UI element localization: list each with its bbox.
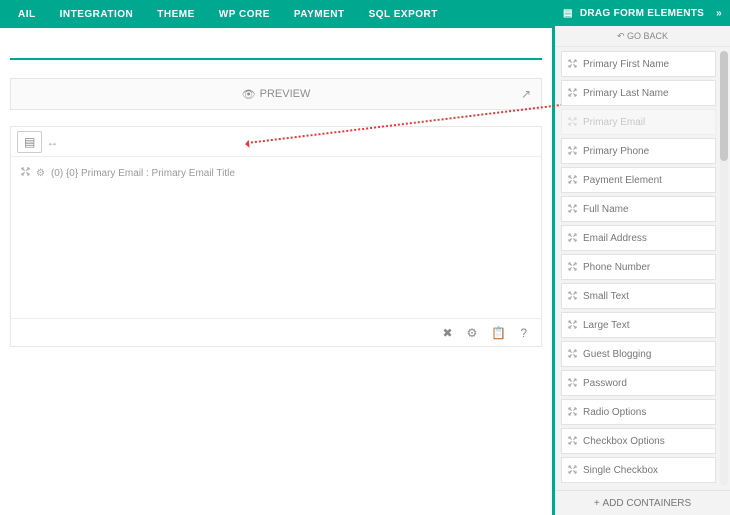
element-name: Email Address bbox=[583, 233, 647, 244]
expand-arrows-icon bbox=[568, 349, 577, 360]
expand-arrows-icon bbox=[568, 117, 577, 128]
sidebar-title: DRAG FORM ELEMENTS bbox=[580, 8, 704, 19]
dropped-element[interactable]: ⚙ (0) {0} Primary Email : Primary Email … bbox=[11, 157, 541, 190]
expand-arrows-icon bbox=[568, 204, 577, 215]
nav-tab[interactable]: WP CORE bbox=[207, 0, 282, 28]
form-element-item[interactable]: Payment Element bbox=[561, 167, 716, 193]
element-name: Payment Element bbox=[583, 175, 662, 186]
expand-arrows-icon bbox=[568, 407, 577, 418]
collapse-icon[interactable]: » bbox=[716, 8, 722, 19]
form-element-item[interactable]: Primary Email bbox=[561, 109, 716, 135]
form-element-item[interactable]: Small Text bbox=[561, 283, 716, 309]
expand-arrows-icon bbox=[568, 262, 577, 273]
form-element-item[interactable]: Full Name bbox=[561, 196, 716, 222]
preview-bar[interactable]: 👁 PREVIEW ↗ bbox=[10, 78, 542, 110]
element-name: Primary First Name bbox=[583, 59, 669, 70]
expand-arrows-icon bbox=[568, 88, 577, 99]
help-icon[interactable]: ? bbox=[520, 326, 527, 340]
form-element-item[interactable]: Primary Last Name bbox=[561, 80, 716, 106]
form-element-item[interactable]: Guest Blogging bbox=[561, 341, 716, 367]
elements-panel: Primary First Name Primary Last Name Prima… bbox=[555, 47, 730, 490]
top-nav: AIL INTEGRATION THEME WP CORE PAYMENT SQ… bbox=[0, 0, 552, 28]
section-divider bbox=[10, 58, 542, 60]
go-back-button[interactable]: ↶ GO BACK bbox=[555, 26, 730, 47]
expand-arrows-icon bbox=[21, 167, 30, 179]
nav-tab[interactable]: AIL bbox=[6, 0, 48, 28]
nav-tab[interactable]: PAYMENT bbox=[282, 0, 357, 28]
settings-icon[interactable]: ⚙ bbox=[467, 326, 478, 340]
element-name: Large Text bbox=[583, 320, 630, 331]
gear-icon[interactable]: ⚙ bbox=[36, 168, 45, 179]
element-name: Phone Number bbox=[583, 262, 650, 273]
element-name: Password bbox=[583, 378, 627, 389]
element-name: Primary Phone bbox=[583, 146, 649, 157]
delete-icon[interactable]: ✖ bbox=[443, 326, 453, 340]
add-containers-button[interactable]: + ADD CONTAINERS bbox=[555, 490, 730, 515]
expand-arrows-icon bbox=[568, 175, 577, 186]
app-root: AIL INTEGRATION THEME WP CORE PAYMENT SQ… bbox=[0, 0, 730, 515]
expand-arrows-icon bbox=[568, 320, 577, 331]
layers-icon: ▤ bbox=[563, 8, 573, 19]
scrollbar-thumb[interactable] bbox=[720, 51, 728, 161]
content-area: 👁 PREVIEW ↗ ▤ ↔ ⚙ (0) {0} Primary Email … bbox=[0, 28, 552, 515]
element-name: Checkbox Options bbox=[583, 436, 665, 447]
canvas-header: ▤ ↔ bbox=[11, 127, 541, 157]
plus-icon: + bbox=[594, 498, 603, 509]
sidebar-header: ▤ DRAG FORM ELEMENTS » bbox=[555, 0, 730, 26]
form-element-item[interactable]: Email Address bbox=[561, 225, 716, 251]
undo-icon: ↶ bbox=[617, 31, 627, 42]
expand-arrows-icon bbox=[568, 59, 577, 70]
expand-arrows-icon bbox=[568, 233, 577, 244]
form-element-item[interactable]: Password bbox=[561, 370, 716, 396]
layout-slot-icon[interactable]: ▤ bbox=[17, 131, 42, 153]
main-area: AIL INTEGRATION THEME WP CORE PAYMENT SQ… bbox=[0, 0, 552, 515]
duplicate-icon[interactable]: 📋 bbox=[491, 326, 506, 340]
preview-label: PREVIEW bbox=[260, 88, 311, 100]
expand-arrows-icon bbox=[568, 436, 577, 447]
nav-tab[interactable]: THEME bbox=[145, 0, 207, 28]
element-name: Single Checkbox bbox=[583, 465, 658, 476]
expand-arrows-icon bbox=[568, 146, 577, 157]
sidebar: ▤ DRAG FORM ELEMENTS » ↶ GO BACK Primary… bbox=[552, 0, 730, 515]
element-label: (0) {0} Primary Email : Primary Email Ti… bbox=[51, 168, 235, 179]
element-name: Radio Options bbox=[583, 407, 646, 418]
form-element-item[interactable]: Single Checkbox bbox=[561, 457, 716, 483]
form-element-item[interactable]: Radio Options bbox=[561, 399, 716, 425]
element-name: Primary Last Name bbox=[583, 88, 669, 99]
form-element-item[interactable]: Primary Phone bbox=[561, 138, 716, 164]
add-containers-label: ADD CONTAINERS bbox=[602, 498, 691, 509]
element-name: Guest Blogging bbox=[583, 349, 651, 360]
nav-tab[interactable]: SQL EXPORT bbox=[357, 0, 450, 28]
go-back-label: GO BACK bbox=[627, 31, 668, 41]
form-element-item[interactable]: Phone Number bbox=[561, 254, 716, 280]
resize-handles-icon[interactable]: ↔ bbox=[46, 135, 58, 149]
canvas-footer: ✖ ⚙ 📋 ? bbox=[11, 318, 541, 346]
eye-icon: 👁 bbox=[242, 88, 256, 101]
element-name: Primary Email bbox=[583, 117, 645, 128]
scrollbar-track[interactable] bbox=[720, 51, 728, 486]
element-name: Full Name bbox=[583, 204, 629, 215]
expand-arrows-icon bbox=[568, 291, 577, 302]
open-external-icon[interactable]: ↗ bbox=[521, 87, 531, 101]
form-element-item[interactable]: Primary First Name bbox=[561, 51, 716, 77]
form-element-item[interactable]: Large Text bbox=[561, 312, 716, 338]
form-canvas[interactable]: ▤ ↔ ⚙ (0) {0} Primary Email : Primary Em… bbox=[10, 126, 542, 347]
canvas-dropzone[interactable] bbox=[11, 190, 541, 318]
elements-list: Primary First Name Primary Last Name Prima… bbox=[555, 47, 720, 490]
nav-tab[interactable]: INTEGRATION bbox=[48, 0, 146, 28]
expand-arrows-icon bbox=[568, 465, 577, 476]
form-element-item[interactable]: Checkbox Options bbox=[561, 428, 716, 454]
element-name: Small Text bbox=[583, 291, 629, 302]
expand-arrows-icon bbox=[568, 378, 577, 389]
